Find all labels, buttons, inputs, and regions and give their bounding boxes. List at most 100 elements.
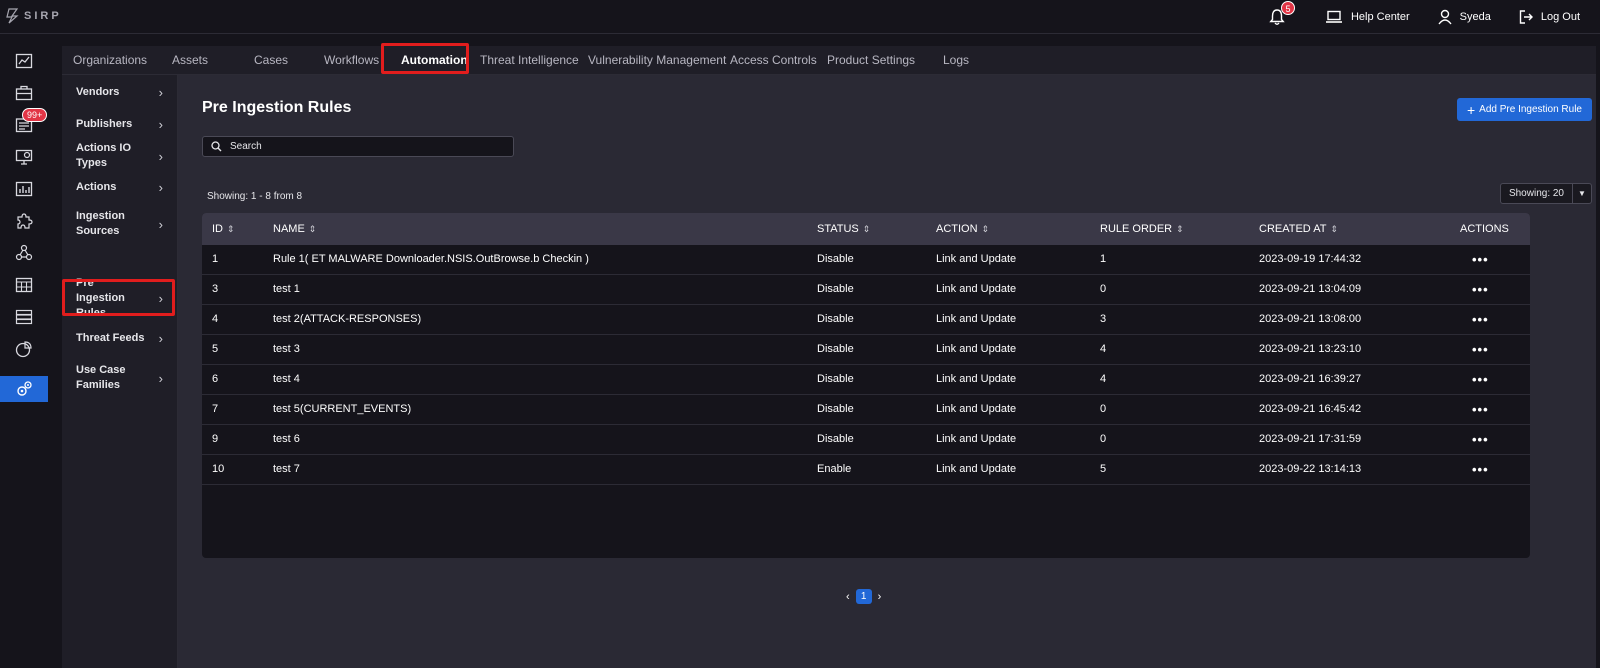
rail-item-dashboard[interactable] bbox=[0, 48, 48, 74]
rail-item-assets[interactable] bbox=[0, 80, 48, 106]
cell-id: 9 bbox=[212, 433, 219, 445]
table-row[interactable]: 3 test 1 Disable Link and Update 0 2023-… bbox=[202, 275, 1530, 305]
row-actions-menu-icon[interactable]: ••• bbox=[1472, 455, 1489, 484]
row-actions-menu-icon[interactable]: ••• bbox=[1472, 395, 1489, 424]
subnav-item-ingestion-sources[interactable]: Ingestion Sources › bbox=[62, 207, 177, 241]
row-actions-menu-icon[interactable]: ••• bbox=[1472, 335, 1489, 364]
dashboard-icon bbox=[15, 53, 33, 69]
rail-item-settings[interactable] bbox=[0, 376, 48, 402]
rail-item-schedules[interactable] bbox=[0, 272, 48, 298]
cell-rule-order: 4 bbox=[1100, 343, 1107, 355]
logo-text: SIRP bbox=[24, 10, 62, 22]
row-actions-menu-icon[interactable]: ••• bbox=[1472, 275, 1489, 304]
row-actions-menu-icon[interactable]: ••• bbox=[1472, 305, 1489, 334]
row-actions-menu-icon[interactable]: ••• bbox=[1472, 365, 1489, 394]
logout-button[interactable]: Log Out bbox=[1519, 9, 1580, 24]
subnav-label: Threat Feeds bbox=[76, 331, 145, 344]
column-header-status[interactable]: STATUS ⇕ bbox=[817, 213, 870, 245]
cell-name[interactable]: test 2(ATTACK-RESPONSES) bbox=[273, 305, 421, 334]
cell-name[interactable]: test 3 bbox=[273, 335, 300, 364]
cell-name[interactable]: test 5(CURRENT_EVENTS) bbox=[273, 395, 411, 424]
table-row[interactable]: 7 test 5(CURRENT_EVENTS) Disable Link an… bbox=[202, 395, 1530, 425]
table-row[interactable]: 10 test 7 Enable Link and Update 5 2023-… bbox=[202, 455, 1530, 485]
showing-count: Showing: 1 - 8 from 8 bbox=[207, 191, 303, 202]
rail-item-integrations[interactable] bbox=[0, 208, 48, 234]
user-menu[interactable]: Syeda bbox=[1438, 9, 1491, 25]
pagination-prev-button[interactable]: ‹ bbox=[846, 591, 850, 603]
cell-created-at: 2023-09-21 16:45:42 bbox=[1259, 403, 1362, 415]
sort-icon: ⇕ bbox=[862, 224, 871, 234]
tab-product-settings[interactable]: Product Settings bbox=[827, 46, 915, 74]
rail-item-reports[interactable] bbox=[0, 176, 48, 202]
rules-table: ID ⇕ NAME ⇕ STATUS ⇕ ACTION ⇕ RULE ORDER ⇕ CR… bbox=[202, 213, 1530, 558]
rail-item-monitoring[interactable] bbox=[0, 144, 48, 170]
tab-workflows[interactable]: Workflows bbox=[324, 46, 379, 74]
cell-name[interactable]: Rule 1( ET MALWARE Downloader.NSIS.OutBr… bbox=[273, 245, 589, 274]
table-row[interactable]: 6 test 4 Disable Link and Update 4 2023-… bbox=[202, 365, 1530, 395]
user-icon bbox=[1438, 9, 1452, 24]
caret-down-icon: ▼ bbox=[1578, 189, 1586, 198]
automation-subnav: Vendors › Publishers › Actions IO Types › A… bbox=[62, 75, 178, 668]
search-input[interactable] bbox=[228, 140, 502, 153]
cell-name[interactable]: test 1 bbox=[273, 275, 300, 304]
cell-name[interactable]: test 7 bbox=[273, 455, 300, 484]
notifications-button[interactable]: 5 bbox=[1269, 0, 1297, 26]
subnav-item-publishers[interactable]: Publishers › bbox=[62, 113, 177, 135]
table-row[interactable]: 5 test 3 Disable Link and Update 4 2023-… bbox=[202, 335, 1530, 365]
column-header-rule-order[interactable]: RULE ORDER ⇕ bbox=[1100, 213, 1184, 245]
rail-item-cases[interactable]: 99+ bbox=[0, 108, 48, 138]
pagination-next-button[interactable]: › bbox=[878, 591, 882, 603]
subnav-item-threat-feeds[interactable]: Threat Feeds › bbox=[62, 327, 177, 349]
row-actions-menu-icon[interactable]: ••• bbox=[1472, 425, 1489, 454]
active-tab-highlight bbox=[381, 43, 469, 74]
subnav-item-use-case-families[interactable]: Use Case Families › bbox=[62, 361, 177, 395]
app-logo[interactable]: SIRP bbox=[6, 8, 62, 24]
add-pre-ingestion-rule-button[interactable]: + Add Pre Ingestion Rule bbox=[1456, 98, 1592, 121]
cell-rule-order: 3 bbox=[1100, 313, 1107, 325]
cell-rule-order: 0 bbox=[1100, 283, 1107, 295]
table-row[interactable]: 1 Rule 1( ET MALWARE Downloader.NSIS.Out… bbox=[202, 245, 1530, 275]
subnav-label: Publishers bbox=[76, 117, 133, 130]
row-actions-menu-icon[interactable]: ••• bbox=[1472, 245, 1489, 274]
subnav-item-actions[interactable]: Actions › bbox=[62, 176, 177, 198]
chevron-right-icon: › bbox=[158, 216, 163, 232]
chevron-right-icon: › bbox=[158, 370, 163, 386]
cell-id: 5 bbox=[212, 343, 219, 355]
cell-name[interactable]: test 6 bbox=[273, 425, 300, 454]
tab-organizations[interactable]: Organizations bbox=[73, 46, 147, 74]
cell-created-at: 2023-09-22 13:14:13 bbox=[1259, 463, 1362, 475]
per-page-select[interactable]: Showing: 20 ▼ bbox=[1499, 183, 1592, 204]
puzzle-icon bbox=[17, 213, 33, 229]
column-header-created-at[interactable]: CREATED AT ⇕ bbox=[1259, 213, 1338, 245]
column-header-action[interactable]: ACTION ⇕ bbox=[936, 213, 989, 245]
table-row[interactable]: 4 test 2(ATTACK-RESPONSES) Disable Link … bbox=[202, 305, 1530, 335]
table-header: ID ⇕ NAME ⇕ STATUS ⇕ ACTION ⇕ RULE ORDER ⇕ CR… bbox=[202, 213, 1530, 245]
plus-icon: + bbox=[1466, 101, 1476, 118]
rail-item-analytics[interactable] bbox=[0, 336, 48, 362]
cell-name[interactable]: test 4 bbox=[273, 365, 300, 394]
rail-item-servers[interactable] bbox=[0, 304, 48, 330]
tab-threat-intelligence[interactable]: Threat Intelligence bbox=[480, 46, 579, 74]
tab-logs[interactable]: Logs bbox=[943, 46, 969, 74]
top-bar: SIRP 5 Help Center Syeda Log Out bbox=[0, 0, 1600, 34]
column-header-name[interactable]: NAME ⇕ bbox=[273, 213, 316, 245]
rail-item-network[interactable] bbox=[0, 240, 48, 266]
subnav-item-actions-io-types[interactable]: Actions IO Types › bbox=[62, 142, 177, 169]
cell-id: 4 bbox=[212, 313, 219, 325]
chevron-right-icon: › bbox=[158, 148, 163, 164]
left-icon-rail: 99+ bbox=[0, 34, 48, 668]
tab-access-controls[interactable]: Access Controls bbox=[730, 46, 817, 74]
table-row[interactable]: 9 test 6 Disable Link and Update 0 2023-… bbox=[202, 425, 1530, 455]
sort-icon: ⇕ bbox=[1330, 224, 1338, 234]
tab-cases[interactable]: Cases bbox=[254, 46, 288, 74]
subnav-item-vendors[interactable]: Vendors › bbox=[62, 81, 177, 103]
column-header-id[interactable]: ID ⇕ bbox=[212, 213, 235, 245]
cell-created-at: 2023-09-21 17:31:59 bbox=[1259, 433, 1362, 445]
pagination-page-1[interactable]: 1 bbox=[855, 589, 872, 604]
laptop-icon bbox=[1325, 10, 1342, 23]
help-center-link[interactable]: Help Center bbox=[1325, 10, 1410, 24]
tab-vulnerability-management[interactable]: Vulnerability Management bbox=[588, 46, 726, 74]
tab-assets[interactable]: Assets bbox=[172, 46, 208, 74]
search-box bbox=[202, 136, 514, 157]
per-page-label: Showing: 20 bbox=[1501, 184, 1573, 203]
